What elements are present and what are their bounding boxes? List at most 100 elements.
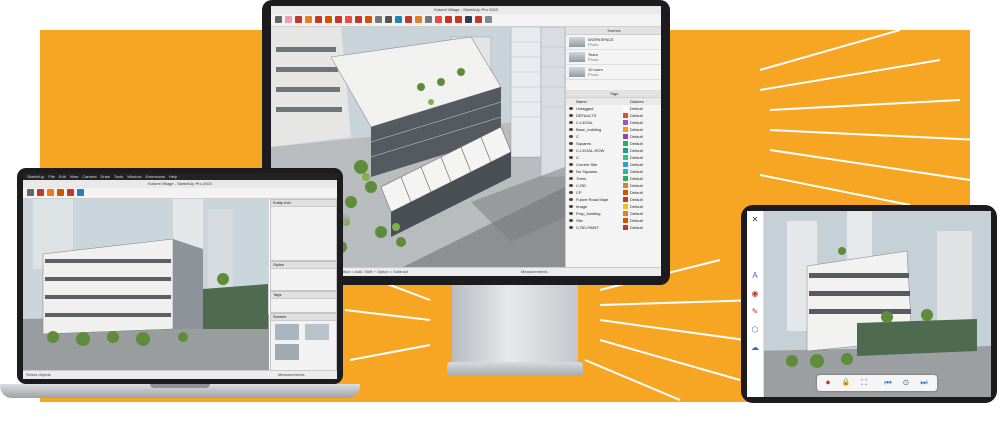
tags-header[interactable]: Tags (271, 292, 336, 299)
rotate-tool-icon[interactable] (345, 16, 352, 23)
scene-thumbnail[interactable] (275, 324, 299, 340)
tag-dash[interactable]: Default (630, 217, 643, 224)
visibility-eye-icon[interactable] (569, 191, 573, 194)
tag-row[interactable]: C-LEGAL Default (566, 119, 661, 126)
visibility-eye-icon[interactable] (569, 212, 573, 215)
tag-color-swatch[interactable] (623, 169, 628, 174)
styles-header[interactable]: Styles (271, 262, 336, 269)
visibility-eye-icon[interactable] (569, 184, 573, 187)
text-tool-icon[interactable]: A (750, 271, 760, 281)
tag-dash[interactable]: Default (630, 203, 643, 210)
tag-row[interactable]: C-RD-PAINT Default (566, 224, 661, 231)
tag-color-swatch[interactable] (623, 225, 628, 230)
visibility-eye-icon[interactable] (569, 128, 573, 131)
scene-item[interactable]: WORKSPACE Photo (566, 35, 661, 50)
tag-color-swatch[interactable] (623, 134, 628, 139)
tag-row[interactable]: Trees Default (566, 175, 661, 182)
arc-tool-icon[interactable] (305, 16, 312, 23)
menu-item-file[interactable]: File (48, 174, 54, 179)
move-tool-icon[interactable] (335, 16, 342, 23)
column-name[interactable]: Name (576, 98, 587, 105)
orbit-tool-icon[interactable] (405, 16, 412, 23)
record-tool-icon[interactable]: ◉ (750, 289, 760, 299)
tag-row[interactable]: Site Default (566, 217, 661, 224)
tag-dash[interactable]: Default (630, 140, 643, 147)
measurements-box[interactable]: Measurements (278, 371, 304, 379)
tag-color-swatch[interactable] (623, 218, 628, 223)
tag-row[interactable]: C-RD Default (566, 182, 661, 189)
visibility-eye-icon[interactable] (569, 226, 573, 229)
previous-scene-icon[interactable]: ⏮ (883, 378, 893, 388)
extension-icon[interactable] (455, 16, 462, 23)
tag-row[interactable]: C Default (566, 133, 661, 140)
menu-item-tools[interactable]: Tools (114, 174, 123, 179)
offset-tool-icon[interactable] (365, 16, 372, 23)
scene-thumbnail[interactable] (305, 324, 329, 340)
tag-color-swatch[interactable] (623, 113, 628, 118)
tag-row[interactable]: Base_building Default (566, 126, 661, 133)
tags-panel-header[interactable]: Tags (566, 90, 661, 98)
push-pull-tool-icon[interactable] (325, 16, 332, 23)
tag-dash[interactable]: Default (630, 161, 643, 168)
tag-row[interactable]: DEFAULTS Default (566, 112, 661, 119)
menu-item-extensions[interactable]: Extensions (145, 174, 165, 179)
tag-dash[interactable]: Default (630, 224, 643, 231)
cloud-icon[interactable]: ☁ (750, 343, 760, 353)
tag-dash[interactable]: Default (630, 154, 643, 161)
visibility-eye-icon[interactable] (569, 121, 573, 124)
tag-dash[interactable]: Default (630, 189, 643, 196)
visibility-eye-icon[interactable] (569, 114, 573, 117)
record-button[interactable]: ⏺ (823, 378, 833, 388)
visibility-eye-icon[interactable] (569, 205, 573, 208)
rectangle-tool-icon[interactable] (47, 189, 54, 196)
visibility-eye-icon[interactable] (569, 177, 573, 180)
tag-dash[interactable]: Default (630, 168, 643, 175)
scene-item[interactable]: Team Photo (566, 50, 661, 65)
tag-dash[interactable]: Default (630, 147, 643, 154)
tag-row[interactable]: Image Default (566, 203, 661, 210)
visibility-eye-icon[interactable] (569, 198, 573, 201)
tag-dash[interactable]: Default (630, 196, 643, 203)
components-icon[interactable]: ⬡ (750, 325, 760, 335)
visibility-eye-icon[interactable] (569, 135, 573, 138)
warehouse-icon[interactable] (445, 16, 452, 23)
entity-info-header[interactable]: Entity Info (271, 200, 336, 207)
visibility-eye-icon[interactable] (569, 219, 573, 222)
select-tool-icon[interactable] (275, 16, 282, 23)
fullscreen-icon[interactable]: ⛶ (859, 378, 869, 388)
tablet-model-viewport[interactable] (747, 211, 991, 397)
tag-color-swatch[interactable] (623, 176, 628, 181)
tag-color-swatch[interactable] (623, 162, 628, 167)
orbit-tool-icon[interactable] (67, 189, 74, 196)
eraser-tool-icon[interactable] (285, 16, 292, 23)
push-pull-tool-icon[interactable] (57, 189, 64, 196)
tag-color-swatch[interactable] (623, 155, 628, 160)
menu-item-window[interactable]: Window (127, 174, 141, 179)
layout-icon[interactable] (465, 16, 472, 23)
tag-dash[interactable]: Default (630, 119, 643, 126)
lock-icon[interactable]: 🔒 (841, 378, 851, 388)
zoom-tool-icon[interactable] (425, 16, 432, 23)
tag-color-swatch[interactable] (623, 190, 628, 195)
menu-item-edit[interactable]: Edit (59, 174, 66, 179)
scene-item[interactable]: 10 room Photo (566, 65, 661, 80)
paint-bucket-icon[interactable] (77, 189, 84, 196)
pan-tool-icon[interactable] (415, 16, 422, 23)
tag-color-swatch[interactable] (623, 120, 628, 125)
tag-dash[interactable]: Default (630, 112, 643, 119)
select-tool-icon[interactable] (27, 189, 34, 196)
paint-bucket-icon[interactable] (395, 16, 402, 23)
tag-color-swatch[interactable] (623, 148, 628, 153)
tag-row[interactable]: Prop_building Default (566, 210, 661, 217)
tag-row[interactable]: C-LEGAL-ROW Default (566, 147, 661, 154)
scenes-header[interactable]: Scenes (271, 314, 336, 321)
tag-color-swatch[interactable] (623, 204, 628, 209)
tag-color-swatch[interactable] (623, 106, 628, 111)
tag-row[interactable]: No Squares Default (566, 168, 661, 175)
tag-color-swatch[interactable] (623, 211, 628, 216)
close-button[interactable]: ✕ (750, 215, 760, 225)
visibility-eye-icon[interactable] (569, 163, 573, 166)
next-scene-icon[interactable]: ⏭ (919, 378, 929, 388)
scenes-panel-header[interactable]: Scenes (566, 27, 661, 35)
menu-item-view[interactable]: View (70, 174, 79, 179)
